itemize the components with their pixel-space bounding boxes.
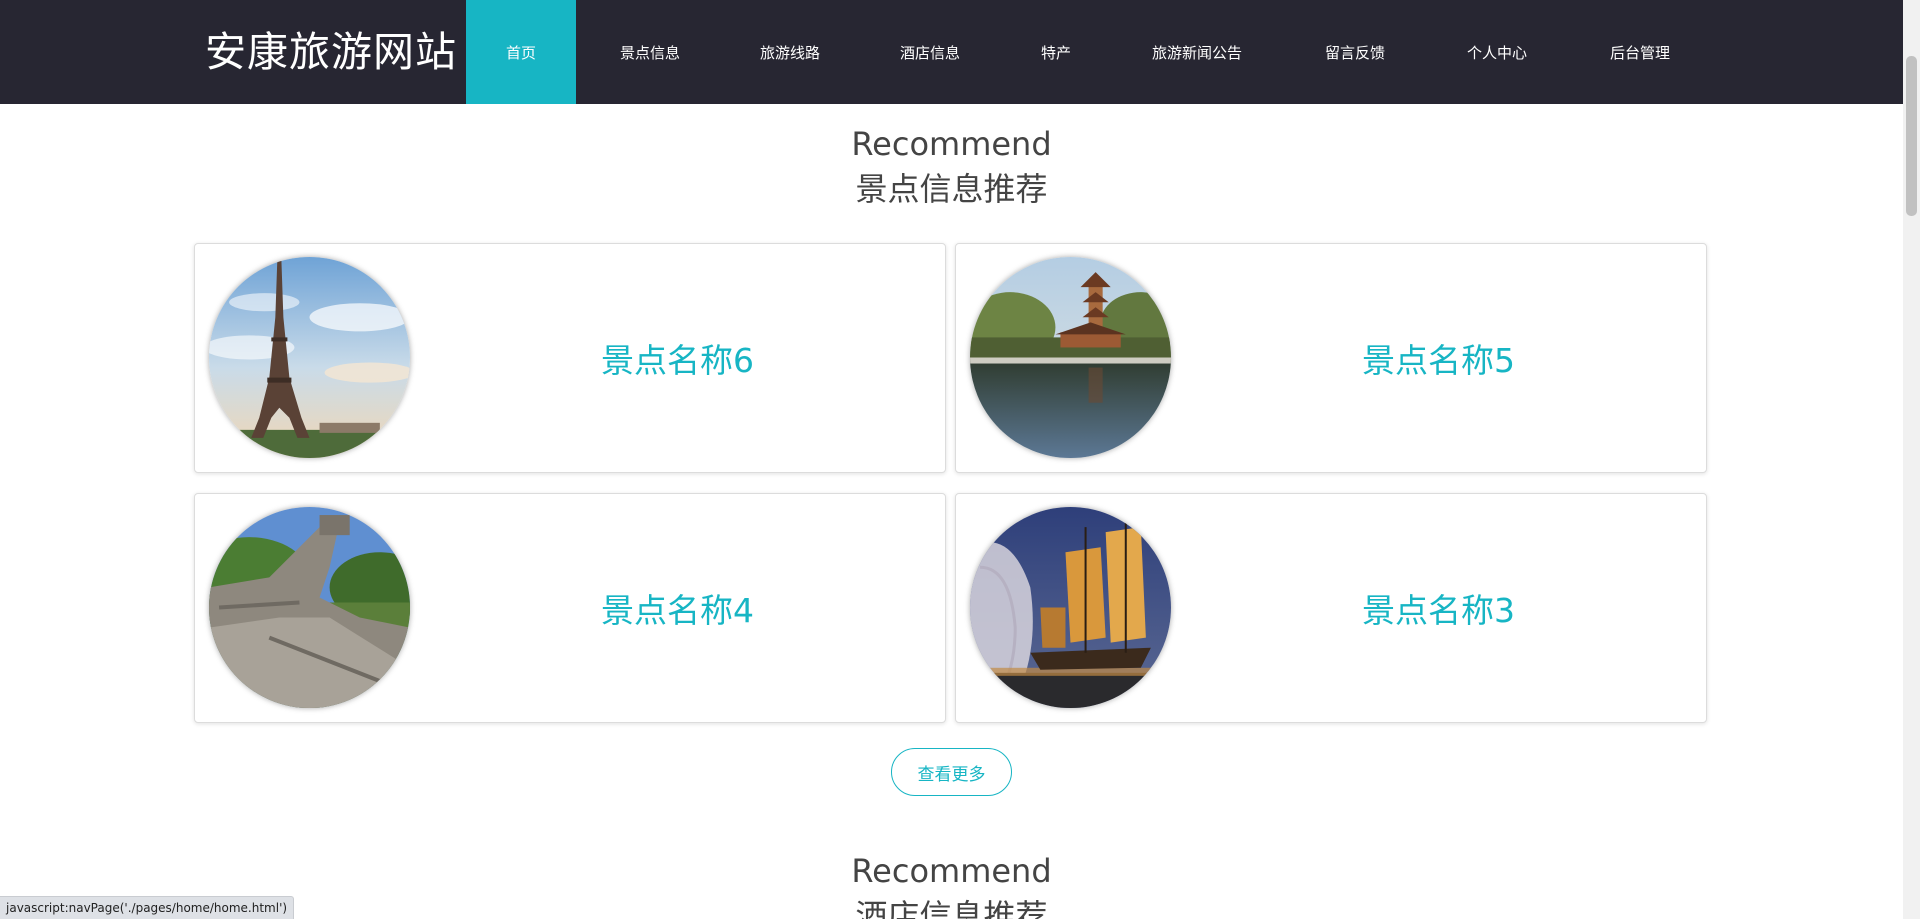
attractions-heading-en: Recommend [851,125,1052,163]
junk-boat-photo [970,507,1171,708]
hotels-heading-en: Recommend [851,852,1052,890]
attraction-image[interactable] [209,507,410,708]
page: 安康旅游网站 首页 景点信息 旅游线路 酒店信息 特产 旅游新闻公告 留言反馈 … [0,0,1920,919]
eiffel-tower-photo [209,257,410,458]
attraction-name[interactable]: 景点名称5 [1171,244,1706,472]
site-title[interactable]: 安康旅游网站 [205,26,457,78]
attraction-image[interactable] [970,257,1171,458]
nav-menu: 首页 景点信息 旅游线路 酒店信息 特产 旅游新闻公告 留言反馈 个人中心 后台… [466,0,1710,104]
page-scrollbar[interactable] [1903,0,1920,919]
status-bar-url: javascript:navPage('./pages/home/home.ht… [0,896,295,919]
nav-item-profile[interactable]: 个人中心 [1424,0,1570,104]
attraction-image[interactable] [209,257,410,458]
nav-item-feedback[interactable]: 留言反馈 [1286,0,1424,104]
attraction-card[interactable]: 景点名称6 [194,243,946,473]
attraction-card[interactable]: 景点名称4 [194,493,946,723]
great-wall-photo [209,507,410,708]
attraction-name[interactable]: 景点名称4 [410,494,945,722]
attraction-card[interactable]: 景点名称3 [955,493,1707,723]
attraction-image[interactable] [970,507,1171,708]
nav-item-attractions[interactable]: 景点信息 [576,0,724,104]
pagoda-lake-photo [970,257,1171,458]
attraction-name[interactable]: 景点名称3 [1171,494,1706,722]
nav-item-news[interactable]: 旅游新闻公告 [1108,0,1286,104]
scrollbar-thumb[interactable] [1906,56,1917,216]
attraction-name[interactable]: 景点名称6 [410,244,945,472]
attractions-heading: Recommend 景点信息推荐 [0,122,1903,212]
nav-item-routes[interactable]: 旅游线路 [724,0,856,104]
attractions-heading-zh: 景点信息推荐 [855,170,1048,208]
nav-item-specialties[interactable]: 特产 [1004,0,1108,104]
nav-item-admin[interactable]: 后台管理 [1570,0,1710,104]
attraction-card[interactable]: 景点名称5 [955,243,1707,473]
nav-item-hotels[interactable]: 酒店信息 [856,0,1004,104]
view-more-button[interactable]: 查看更多 [891,748,1012,796]
nav-item-home[interactable]: 首页 [466,0,576,104]
top-navbar: 安康旅游网站 首页 景点信息 旅游线路 酒店信息 特产 旅游新闻公告 留言反馈 … [0,0,1903,104]
